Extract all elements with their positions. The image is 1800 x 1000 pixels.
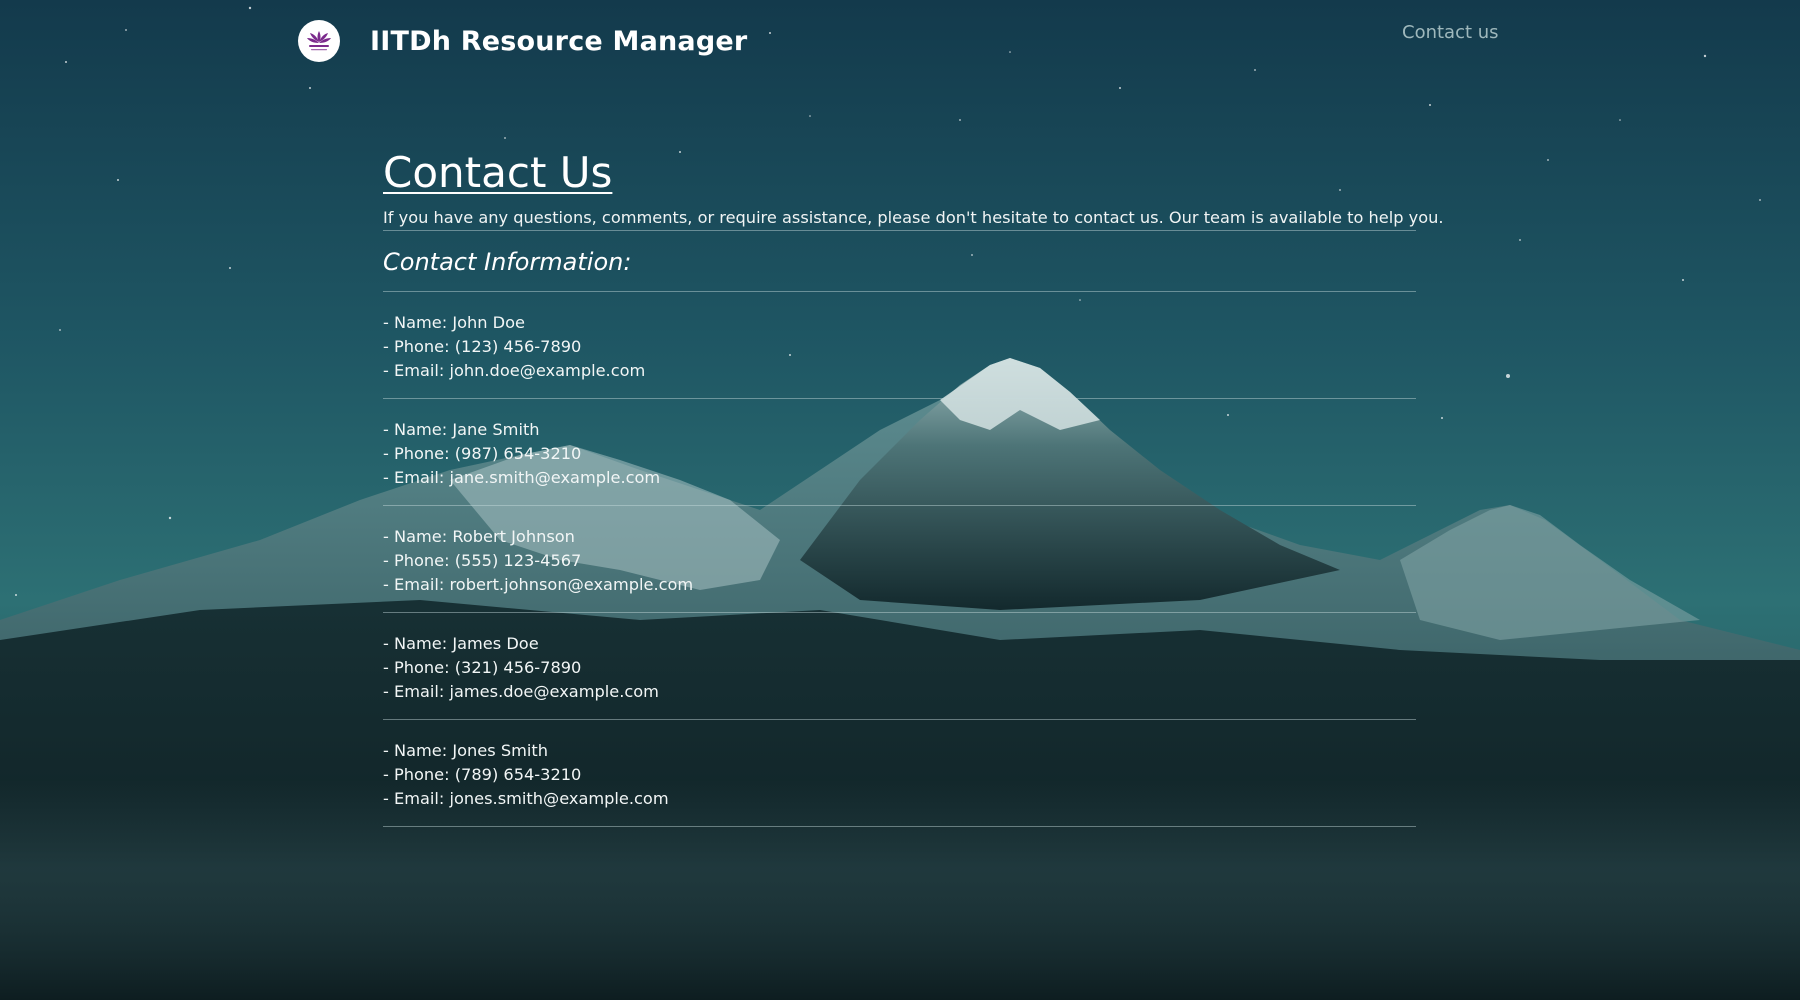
contact-name: - Name: Robert Johnson (383, 527, 575, 546)
iitdh-logo-icon (298, 20, 340, 62)
contact-email: - Email: james.doe@example.com (383, 682, 659, 701)
intro-text: If you have any questions, comments, or … (383, 208, 1444, 227)
contact-card: - Name: Jane Smith - Phone: (987) 654-32… (383, 399, 1416, 506)
contact-content: Contact Us If you have any questions, co… (383, 146, 1444, 827)
contact-phone: - Phone: (987) 654-3210 (383, 444, 582, 463)
contact-card: - Name: Jones Smith - Phone: (789) 654-3… (383, 720, 1416, 827)
contact-email: - Email: robert.johnson@example.com (383, 575, 694, 594)
contact-card: - Name: John Doe - Phone: (123) 456-7890… (383, 292, 1416, 399)
contact-name: - Name: James Doe (383, 634, 539, 653)
contact-name: - Name: Jones Smith (383, 741, 548, 760)
contact-card: - Name: Robert Johnson - Phone: (555) 12… (383, 506, 1416, 613)
contact-information-heading: Contact Information: (383, 248, 632, 276)
contact-phone: - Phone: (123) 456-7890 (383, 337, 582, 356)
page-title: Contact Us (383, 148, 613, 197)
nav-contact-us-link[interactable]: Contact us (1402, 22, 1499, 43)
contact-email: - Email: john.doe@example.com (383, 361, 646, 380)
contact-name: - Name: John Doe (383, 313, 526, 332)
contact-phone: - Phone: (789) 654-3210 (383, 765, 582, 784)
brand-title[interactable]: IITDh Resource Manager (370, 26, 747, 57)
contact-email: - Email: jane.smith@example.com (383, 468, 661, 487)
contact-phone: - Phone: (555) 123-4567 (383, 551, 582, 570)
divider (383, 230, 1416, 231)
brand[interactable]: IITDh Resource Manager (298, 20, 747, 62)
contact-card: - Name: James Doe - Phone: (321) 456-789… (383, 613, 1416, 720)
top-navbar: IITDh Resource Manager Contact us (0, 0, 1800, 80)
contact-name: - Name: Jane Smith (383, 420, 540, 439)
contact-email: - Email: jones.smith@example.com (383, 789, 669, 808)
contact-phone: - Phone: (321) 456-7890 (383, 658, 582, 677)
